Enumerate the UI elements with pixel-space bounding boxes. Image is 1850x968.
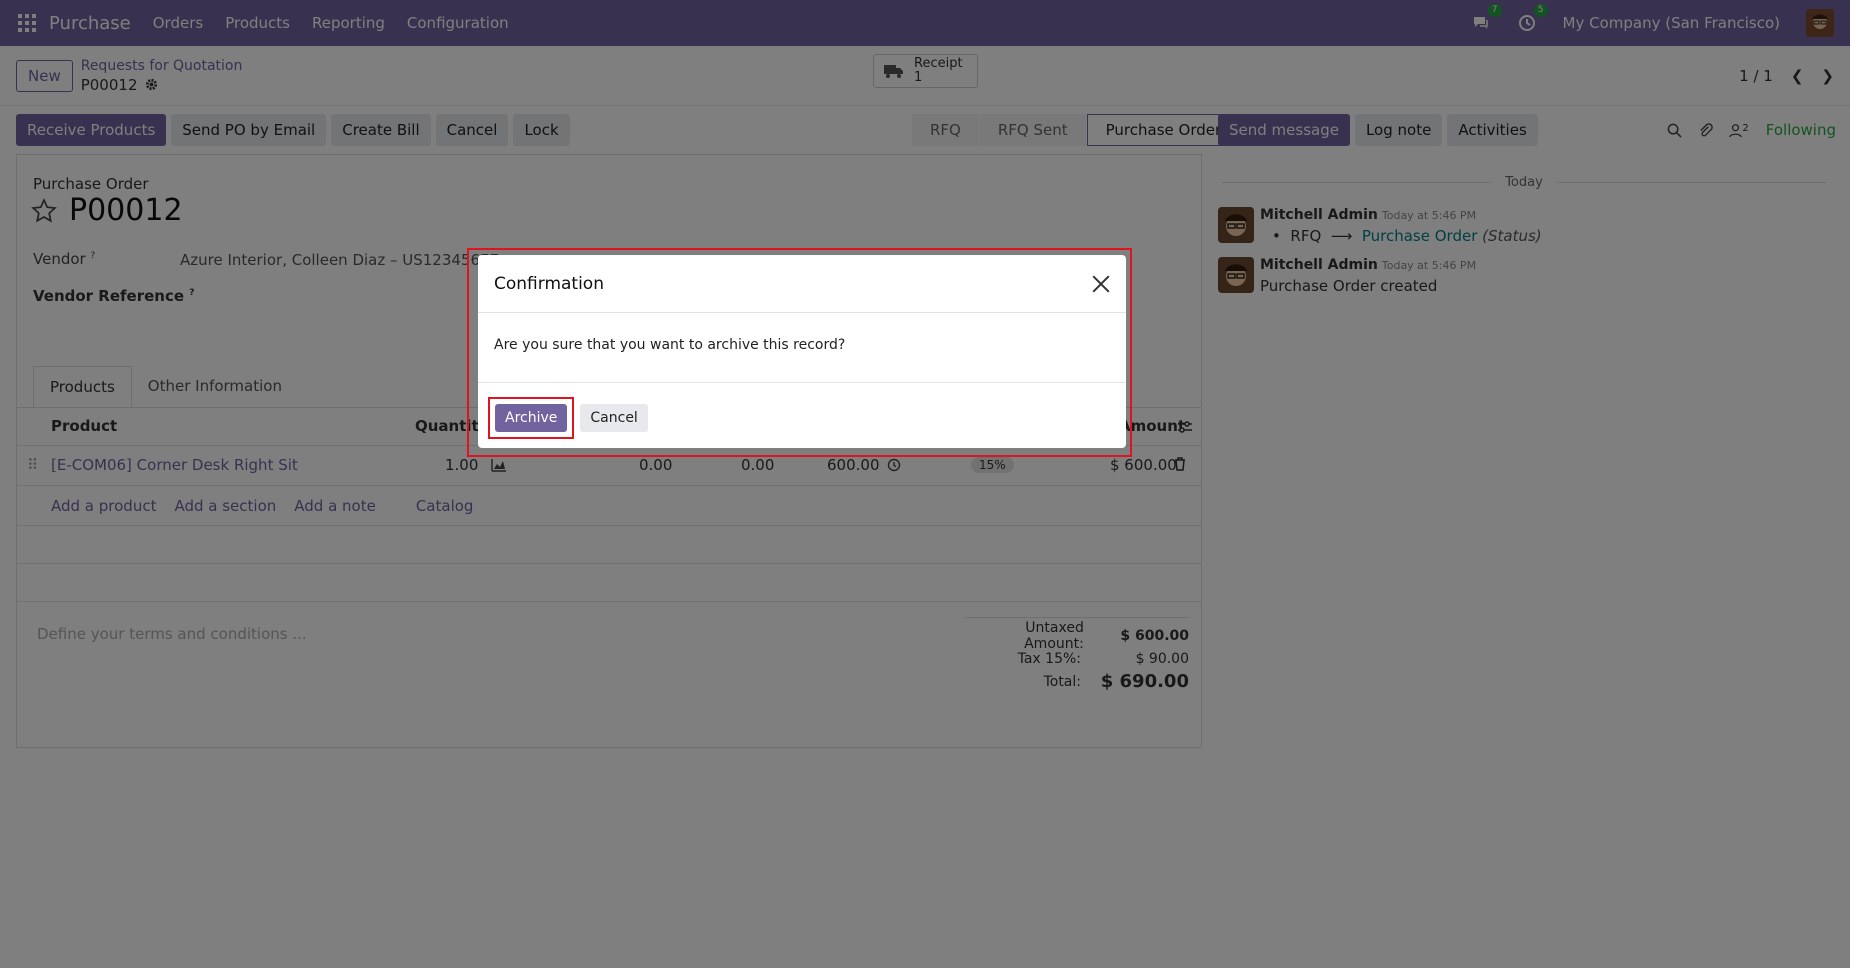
dialog-title: Confirmation bbox=[494, 273, 604, 294]
dialog-message: Are you sure that you want to archive th… bbox=[478, 313, 1126, 383]
archive-highlight: Archive bbox=[488, 397, 575, 439]
modal-backdrop[interactable] bbox=[0, 0, 1850, 968]
archive-button[interactable]: Archive bbox=[495, 404, 568, 432]
confirmation-dialog: Confirmation Are you sure that you want … bbox=[478, 255, 1126, 448]
close-icon[interactable] bbox=[1092, 275, 1110, 293]
cancel-button[interactable]: Cancel bbox=[580, 404, 648, 432]
